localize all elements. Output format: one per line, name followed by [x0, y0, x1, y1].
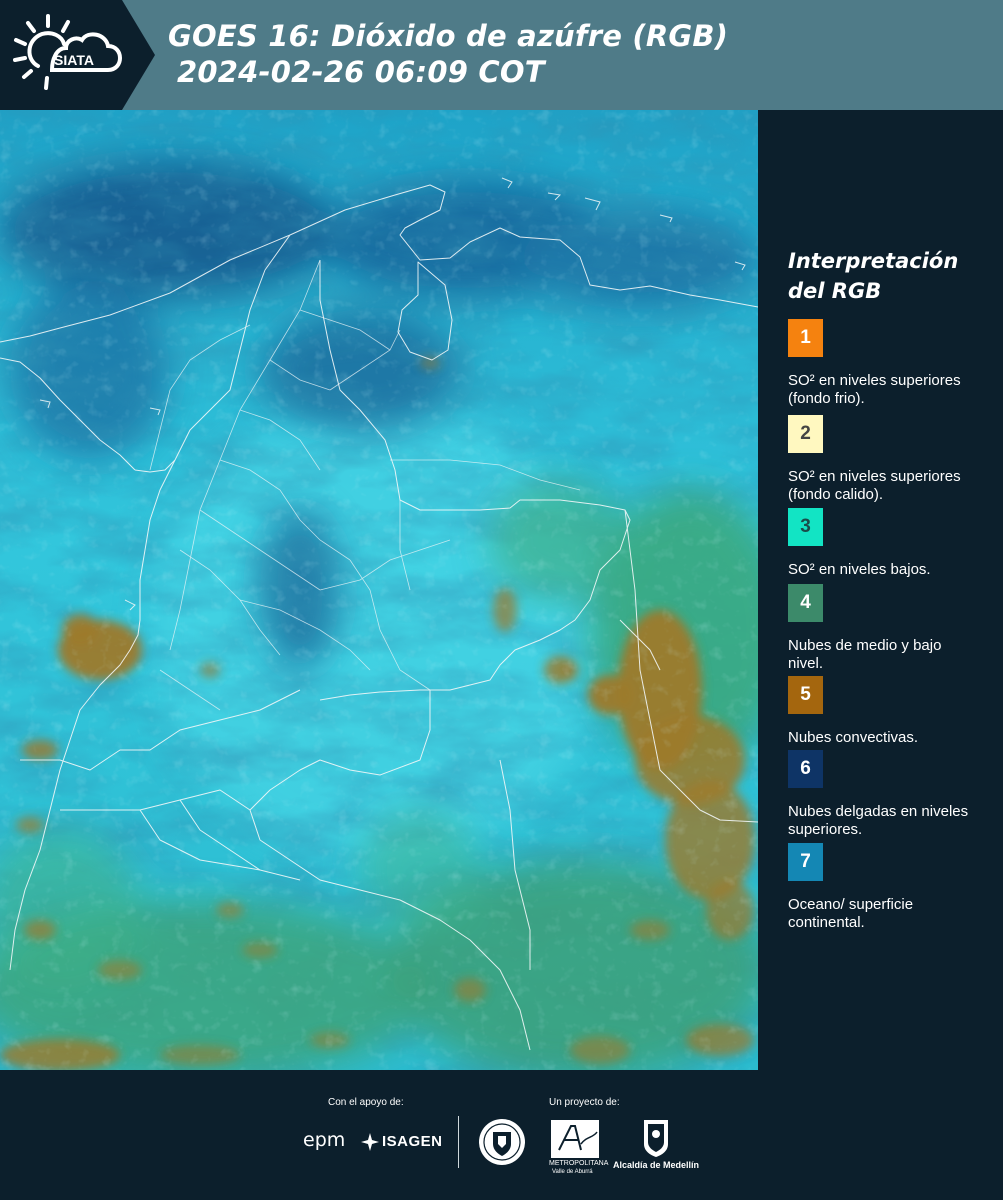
legend-item: 1 SO² en niveles superiores (fondo frio).	[788, 319, 988, 408]
legend-swatch: 6	[788, 750, 823, 788]
title-line-1: GOES 16: Dióxido de azúfre (RGB)	[168, 19, 729, 53]
legend-title: Interpretación del RGB	[788, 249, 959, 303]
area-metropolitana-icon[interactable]	[551, 1120, 599, 1158]
isagen-logo[interactable]: ISAGEN	[382, 1133, 443, 1150]
medellin-seal-icon[interactable]	[478, 1118, 526, 1166]
legend-label: Nubes delgadas en niveles superiores.	[788, 803, 969, 838]
legend-item: 3 SO² en niveles bajos.	[788, 508, 988, 579]
legend-label: Oceano/ superficie continental.	[788, 896, 914, 931]
area-metropolitana-sublabel: Valle de Aburrá	[552, 1169, 593, 1175]
legend-swatch: 5	[788, 676, 823, 714]
legend-item: 7 Oceano/ superficie continental.	[788, 843, 988, 932]
legend-label: Nubes convectivas.	[788, 729, 919, 746]
area-metropolitana-label: METROPOLITANA	[549, 1160, 609, 1167]
project-label: Un proyecto de:	[549, 1097, 620, 1108]
footer-divider	[458, 1116, 459, 1168]
satellite-map[interactable]	[0, 110, 758, 1070]
sun-cloud-icon: SIATA	[13, 14, 122, 90]
siata-logo[interactable]: SIATA	[0, 0, 155, 110]
legend-label: Nubes de medio y bajo nivel.	[788, 637, 942, 672]
epm-logo[interactable]: epm	[303, 1129, 345, 1151]
support-label: Con el apoyo de:	[328, 1097, 404, 1108]
legend-label: SO² en niveles superiores (fondo frio).	[788, 372, 961, 407]
legend-swatch: 4	[788, 584, 823, 622]
legend-item: 2 SO² en niveles superiores (fondo calido…	[788, 415, 988, 504]
title-line-2: 2024-02-26 06:09 COT	[177, 55, 545, 89]
legend-swatch: 3	[788, 508, 823, 546]
legend-swatch: 7	[788, 843, 823, 881]
svg-text:SIATA: SIATA	[54, 52, 94, 68]
legend-item: 5 Nubes convectivas.	[788, 676, 988, 747]
alcaldia-shield-icon[interactable]	[642, 1118, 670, 1158]
header-bar: SIATA GOES 16: Dióxido de azúfre (RGB) 2…	[0, 0, 1003, 110]
rgb-legend: Interpretación del RGB	[772, 246, 997, 320]
satellite-rgb-image	[0, 110, 758, 1070]
legend-label: SO² en niveles bajos.	[788, 561, 931, 578]
isagen-icon	[361, 1133, 379, 1151]
legend-item: 4 Nubes de medio y bajo nivel.	[788, 584, 988, 673]
legend-label: SO² en niveles superiores (fondo calido)…	[788, 468, 961, 503]
legend-item: 6 Nubes delgadas en niveles superiores.	[788, 750, 988, 839]
footer: Con el apoyo de: Un proyecto de: epm ISA…	[0, 1070, 1003, 1200]
legend-swatch: 2	[788, 415, 823, 453]
alcaldia-label: Alcaldía de Medellín	[613, 1160, 700, 1170]
page-title: GOES 16: Dióxido de azúfre (RGB) 2024-02…	[168, 18, 728, 90]
legend-swatch: 1	[788, 319, 823, 357]
